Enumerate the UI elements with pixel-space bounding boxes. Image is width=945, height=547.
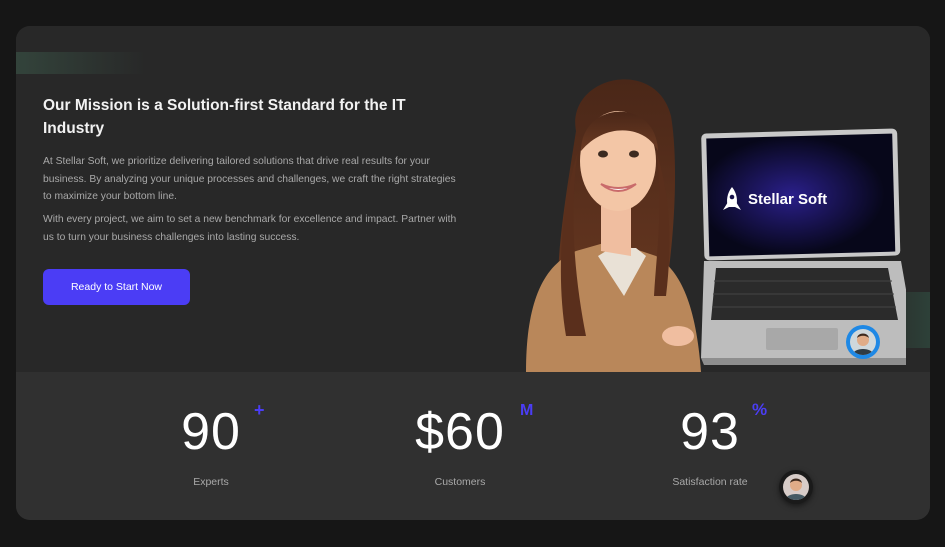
woman-with-laptop-image: [526, 79, 906, 372]
stat-suffix: %: [752, 400, 768, 419]
mission-paragraph-2: With every project, we aim to set a new …: [43, 214, 457, 243]
start-now-button[interactable]: Ready to Start Now: [43, 269, 190, 305]
stat-suffix: M: [520, 402, 534, 419]
chat-avatar-button[interactable]: [779, 470, 813, 504]
laptop-brand-name: Stellar Soft: [748, 190, 828, 208]
stat-experts: 90 + Experts: [111, 372, 311, 520]
stat-label: Experts: [193, 476, 229, 488]
mission-paragraph-1: At Stellar Soft, we prioritize deliverin…: [43, 156, 456, 202]
stat-value: 90: [181, 403, 241, 461]
stat-suffix: +: [254, 400, 265, 420]
decorative-glow-left: [16, 52, 146, 74]
stat-satisfaction: 93 % Satisfaction rate: [610, 372, 810, 520]
laptop-brand-logo: Stellar Soft: [722, 186, 827, 212]
mission-heading: Our Mission is a Solution-first Standard…: [43, 97, 406, 137]
stat-value: 93: [680, 403, 740, 461]
avatar-icon: [783, 474, 809, 500]
rocket-icon: [722, 186, 742, 212]
mission-hero: Our Mission is a Solution-first Standard…: [16, 26, 930, 372]
avatar-icon: [850, 329, 876, 355]
stat-label: Customers: [434, 476, 486, 488]
mission-card: Our Mission is a Solution-first Standard…: [16, 26, 930, 520]
stat-customers: $60 M Customers: [360, 372, 560, 520]
stats-section: 90 + Experts $60 M Customers 93 % Satisf…: [16, 372, 930, 520]
chat-avatar-button[interactable]: [846, 325, 880, 359]
